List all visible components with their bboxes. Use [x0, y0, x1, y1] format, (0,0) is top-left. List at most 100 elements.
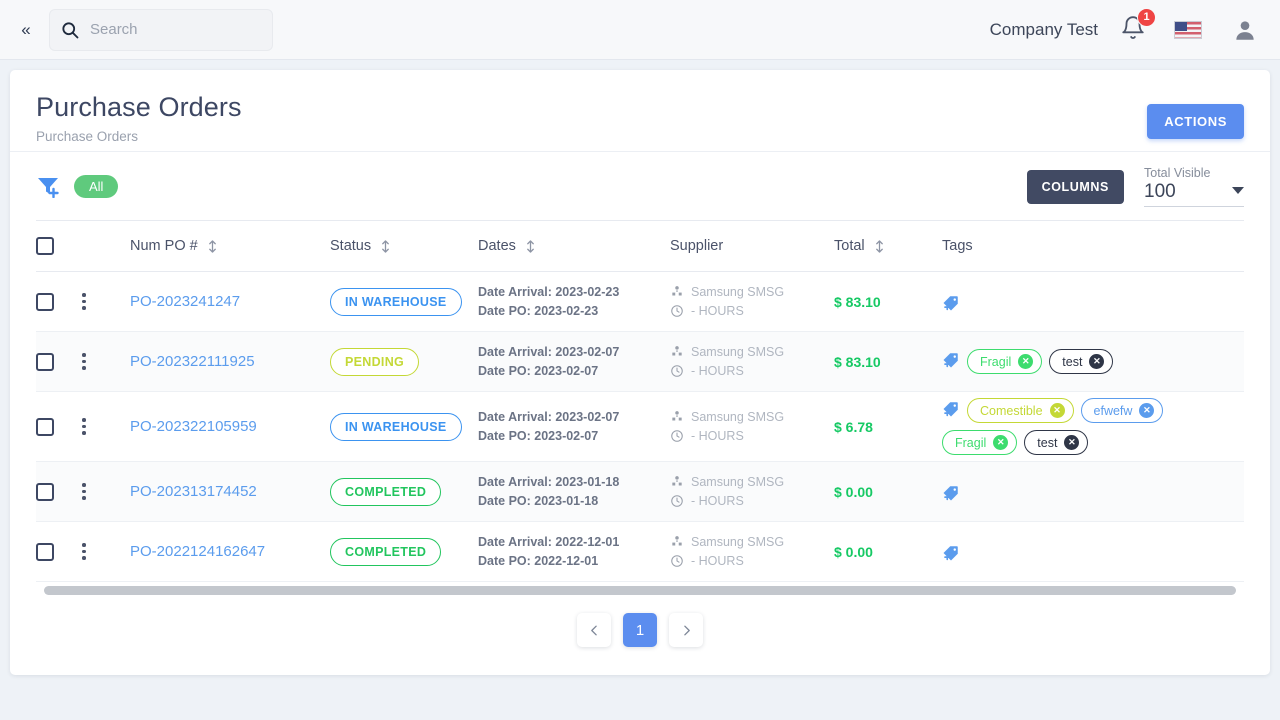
po-link[interactable]: PO-202322105959 — [130, 418, 257, 435]
row-supplier-cell: Samsung SMSG - HOURS — [670, 331, 834, 392]
row-menu-icon[interactable] — [82, 418, 86, 435]
row-status-cell: PENDING — [330, 331, 478, 392]
row-menu-cell — [82, 391, 130, 462]
pagination-next-button[interactable] — [669, 613, 703, 647]
row-total-cell: $ 0.00 — [834, 461, 942, 522]
table-row[interactable]: PO-202313174452 COMPLETED Date Arrival: 20… — [36, 461, 1244, 522]
total-amount: $ 0.00 — [834, 543, 873, 560]
row-dates-cell: Date Arrival: 2023-02-23 Date PO: 2023-02… — [478, 271, 670, 332]
table-row[interactable]: PO-202322105959 IN WAREHOUSE Date Arrival:… — [36, 391, 1244, 462]
row-total-cell: $ 83.10 — [834, 271, 942, 332]
supplier-name: Samsung SMSG — [691, 534, 785, 549]
po-link[interactable]: PO-202322111925 — [130, 353, 255, 370]
chevron-down-icon[interactable] — [1232, 187, 1244, 194]
sidebar-collapse-icon[interactable]: « — [14, 18, 38, 42]
tag-chip[interactable]: efwefw ✕ — [1080, 398, 1164, 423]
date-po: Date PO: 2023-02-23 — [478, 303, 599, 318]
tag-remove-icon[interactable]: ✕ — [1139, 403, 1155, 418]
row-menu-icon[interactable] — [82, 353, 86, 370]
col-total[interactable]: Total — [834, 220, 942, 272]
chevron-right-icon — [683, 625, 690, 635]
page-header: Purchase Orders Purchase Orders ACTIONS — [10, 70, 1270, 152]
select-all-checkbox[interactable] — [36, 237, 54, 255]
clock-icon — [671, 495, 683, 507]
row-checkbox[interactable] — [36, 292, 54, 311]
date-po: Date PO: 2023-02-07 — [478, 363, 599, 378]
row-menu-icon[interactable] — [82, 483, 86, 500]
table-row[interactable]: PO-2022124162647 COMPLETED Date Arrival: 2… — [36, 521, 1244, 582]
search-box[interactable] — [49, 8, 273, 51]
row-menu-icon[interactable] — [82, 293, 86, 310]
search-icon — [62, 21, 79, 38]
pagination: 1 — [10, 595, 1270, 647]
row-select-cell — [36, 271, 82, 332]
total-amount: $ 0.00 — [834, 483, 873, 500]
tag-chip[interactable]: test ✕ — [1024, 430, 1089, 455]
add-tag-icon[interactable] — [942, 544, 960, 562]
filter-pill-all[interactable]: All — [74, 174, 119, 198]
columns-button[interactable]: COLUMNS — [1026, 169, 1124, 204]
status-badge: COMPLETED — [330, 477, 442, 506]
row-menu-cell — [82, 461, 130, 522]
us-flag-icon[interactable] — [1174, 20, 1202, 39]
sort-icon[interactable] — [207, 239, 218, 254]
total-visible-label: Total Visible — [1144, 165, 1211, 180]
tag-remove-icon[interactable]: ✕ — [1064, 435, 1080, 450]
row-checkbox[interactable] — [36, 417, 54, 436]
col-num-po[interactable]: Num PO # — [130, 220, 330, 272]
row-checkbox[interactable] — [36, 352, 54, 371]
table-row[interactable]: PO-2023241247 IN WAREHOUSE Date Arrival: 2… — [36, 271, 1244, 332]
row-menu-cell — [82, 521, 130, 582]
sort-icon[interactable] — [874, 239, 885, 254]
row-select-cell — [36, 461, 82, 522]
total-visible-value-row[interactable]: 100 — [1144, 181, 1244, 207]
tag-chip[interactable]: Comestible ✕ — [967, 398, 1074, 423]
row-checkbox[interactable] — [36, 542, 54, 561]
tag-label: Comestible — [980, 403, 1043, 418]
table-row[interactable]: PO-202322111925 PENDING Date Arrival: 2023… — [36, 331, 1244, 392]
clock-icon — [671, 305, 683, 317]
tag-remove-icon[interactable]: ✕ — [1089, 354, 1105, 369]
total-visible-select[interactable]: Total Visible 100 — [1144, 166, 1244, 207]
po-link[interactable]: PO-202313174452 — [130, 483, 257, 500]
tag-remove-icon[interactable]: ✕ — [993, 435, 1009, 450]
add-tag-icon[interactable] — [942, 400, 960, 418]
date-arrival: Date Arrival: 2023-02-07 — [478, 410, 620, 425]
add-tag-icon[interactable] — [942, 484, 960, 502]
search-input[interactable] — [90, 21, 260, 38]
tag-chip[interactable]: Fragil ✕ — [967, 349, 1043, 374]
col-dates[interactable]: Dates — [478, 220, 670, 272]
tag-remove-icon[interactable]: ✕ — [1018, 354, 1034, 369]
tag-chip[interactable]: Fragil ✕ — [942, 430, 1018, 455]
row-checkbox[interactable] — [36, 482, 54, 501]
tag-label: Fragil — [980, 354, 1012, 369]
tag-chip[interactable]: test ✕ — [1049, 349, 1114, 374]
row-menu-icon[interactable] — [82, 543, 86, 560]
total-amount: $ 6.78 — [834, 418, 873, 435]
tag-label: test — [1062, 354, 1083, 369]
notifications-button[interactable]: 1 — [1120, 7, 1156, 45]
filter-add-icon[interactable] — [36, 174, 60, 198]
pagination-page-1[interactable]: 1 — [623, 613, 657, 647]
tag-remove-icon[interactable]: ✕ — [1049, 403, 1065, 418]
page-title-group: Purchase Orders Purchase Orders — [36, 92, 242, 144]
sort-icon[interactable] — [525, 239, 536, 254]
row-status-cell: COMPLETED — [330, 521, 478, 582]
toolbar-right: COLUMNS Total Visible 100 — [1026, 166, 1244, 207]
pagination-prev-button[interactable] — [577, 613, 611, 647]
po-link[interactable]: PO-2023241247 — [130, 293, 240, 310]
col-status[interactable]: Status — [330, 220, 478, 272]
row-status-cell: COMPLETED — [330, 461, 478, 522]
actions-button[interactable]: ACTIONS — [1147, 104, 1244, 139]
sort-icon[interactable] — [380, 239, 391, 254]
horizontal-scrollbar[interactable] — [44, 586, 1236, 595]
add-tag-icon[interactable] — [942, 294, 960, 312]
row-po-cell: PO-202313174452 — [130, 461, 330, 522]
add-tag-icon[interactable] — [942, 351, 960, 369]
total-visible-value: 100 — [1144, 180, 1176, 202]
row-total-cell: $ 0.00 — [834, 521, 942, 582]
row-select-cell — [36, 521, 82, 582]
po-link[interactable]: PO-2022124162647 — [130, 543, 265, 560]
page-card: Purchase Orders Purchase Orders ACTIONS … — [10, 70, 1270, 675]
user-avatar-icon[interactable] — [1232, 17, 1258, 43]
